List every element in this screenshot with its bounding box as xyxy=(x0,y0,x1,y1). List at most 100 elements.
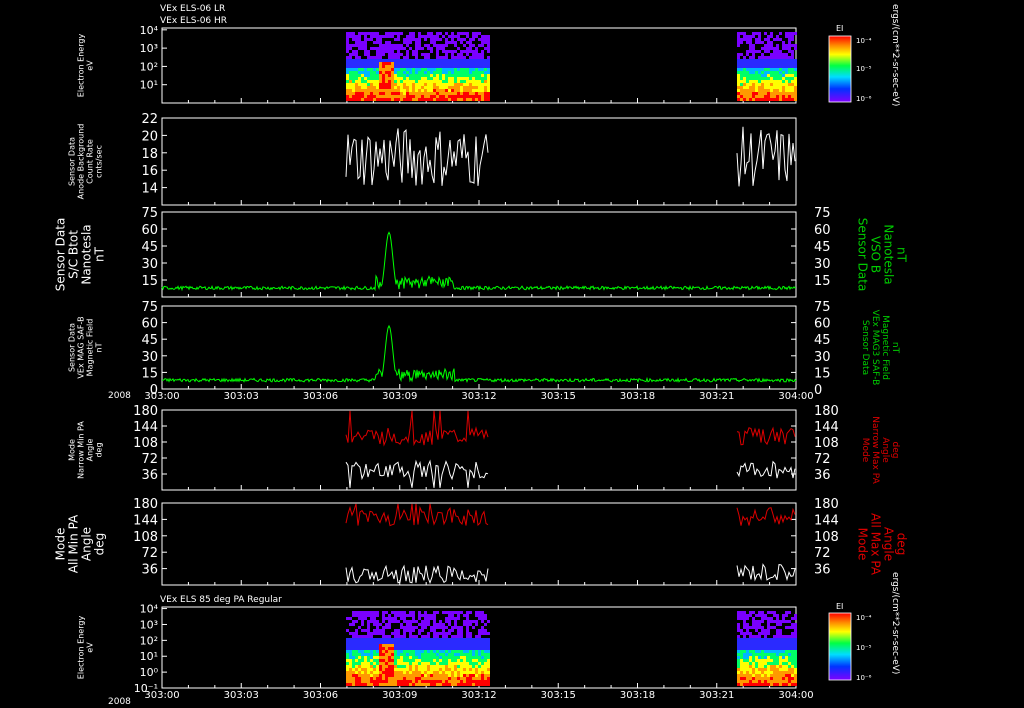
heatmap-cell xyxy=(364,53,367,56)
heatmap-cell xyxy=(349,668,352,671)
y-axis-label: eV xyxy=(86,60,95,71)
heatmap-cell xyxy=(454,677,457,680)
heatmap-cell xyxy=(424,44,427,47)
heatmap-cell xyxy=(358,674,361,677)
heatmap-cell xyxy=(463,650,466,653)
heatmap-cell xyxy=(400,44,403,47)
heatmap-cell xyxy=(412,611,415,614)
heatmap-cell xyxy=(418,89,421,92)
heatmap-cell xyxy=(397,635,400,638)
heatmap-cell xyxy=(433,629,436,632)
y-axis-label: Mode xyxy=(54,528,68,561)
heatmap-cell xyxy=(758,32,761,35)
heatmap-cell xyxy=(373,32,376,35)
heatmap-cell xyxy=(370,647,373,650)
heatmap-cell xyxy=(749,656,752,659)
heatmap-cell xyxy=(791,662,794,665)
heatmap-cell xyxy=(376,65,379,68)
heatmap-cell xyxy=(749,653,752,656)
heatmap-cell xyxy=(487,74,490,77)
heatmap-cell xyxy=(740,38,743,41)
heatmap-cell xyxy=(469,47,472,50)
heatmap-cell xyxy=(388,98,391,101)
heatmap-cell xyxy=(346,665,349,668)
heatmap-cell xyxy=(755,644,758,647)
y-axis-label: Sensor Data xyxy=(68,323,77,372)
heatmap-cell xyxy=(445,644,448,647)
heatmap-cell xyxy=(427,617,430,620)
heatmap-cell xyxy=(457,617,460,620)
heatmap-cell xyxy=(391,68,394,71)
heatmap-cell xyxy=(448,656,451,659)
heatmap-cell xyxy=(442,644,445,647)
heatmap-cell xyxy=(475,65,478,68)
heatmap-cell xyxy=(794,665,797,668)
heatmap-cell xyxy=(355,65,358,68)
heatmap-cell xyxy=(439,38,442,41)
heatmap-cell xyxy=(409,638,412,641)
heatmap-cell xyxy=(457,92,460,95)
heatmap-cell xyxy=(451,677,454,680)
heatmap-cell xyxy=(794,674,797,677)
heatmap-cell xyxy=(412,74,415,77)
heatmap-cell xyxy=(370,95,373,98)
heatmap-cell xyxy=(433,665,436,668)
heatmap-cell xyxy=(752,641,755,644)
heatmap-cell xyxy=(433,38,436,41)
heatmap-cell xyxy=(352,86,355,89)
y-axis-label-right: Mode xyxy=(860,438,870,463)
heatmap-cell xyxy=(469,641,472,644)
heatmap-cell xyxy=(749,680,752,683)
heatmap-cell xyxy=(388,626,391,629)
heatmap-cell xyxy=(740,668,743,671)
heatmap-cell xyxy=(427,671,430,674)
heatmap-cell xyxy=(364,653,367,656)
heatmap-cell xyxy=(767,41,770,44)
heatmap-cell xyxy=(355,98,358,101)
heatmap-cell xyxy=(791,677,794,680)
heatmap-cell xyxy=(448,647,451,650)
heatmap-cell xyxy=(388,635,391,638)
heatmap-cell xyxy=(385,635,388,638)
heatmap-cell xyxy=(755,89,758,92)
heatmap-cell xyxy=(767,677,770,680)
heatmap-cell xyxy=(436,71,439,74)
heatmap-cell xyxy=(373,620,376,623)
heatmap-cell xyxy=(388,32,391,35)
heatmap-cell xyxy=(412,98,415,101)
heatmap-cell xyxy=(773,59,776,62)
heatmap-cell xyxy=(427,98,430,101)
heatmap-cell xyxy=(764,641,767,644)
heatmap-cell xyxy=(457,95,460,98)
heatmap-cell xyxy=(466,650,469,653)
heatmap-cell xyxy=(427,623,430,626)
heatmap-cell xyxy=(382,671,385,674)
heatmap-cell xyxy=(382,98,385,101)
heatmap-cell xyxy=(445,68,448,71)
heatmap-cell xyxy=(427,92,430,95)
heatmap-cell xyxy=(373,662,376,665)
heatmap-cell xyxy=(436,659,439,662)
heatmap-cell xyxy=(767,647,770,650)
heatmap-cell xyxy=(782,41,785,44)
heatmap-cell xyxy=(346,38,349,41)
heatmap-cell xyxy=(466,32,469,35)
heatmap-cell xyxy=(394,47,397,50)
heatmap-cell xyxy=(415,44,418,47)
heatmap-cell xyxy=(794,656,797,659)
heatmap-cell xyxy=(457,668,460,671)
heatmap-cell xyxy=(472,53,475,56)
heatmap-cell xyxy=(478,83,481,86)
heatmap-cell xyxy=(352,614,355,617)
y-axis-label: deg xyxy=(93,533,107,556)
heatmap-cell xyxy=(782,620,785,623)
heatmap-cell xyxy=(770,626,773,629)
heatmap-cell xyxy=(788,83,791,86)
heatmap-cell xyxy=(472,683,475,686)
heatmap-cell xyxy=(418,62,421,65)
heatmap-cell xyxy=(406,35,409,38)
heatmap-cell xyxy=(770,53,773,56)
heatmap-cell xyxy=(403,65,406,68)
heatmap-cell xyxy=(427,653,430,656)
heatmap-cell xyxy=(785,650,788,653)
